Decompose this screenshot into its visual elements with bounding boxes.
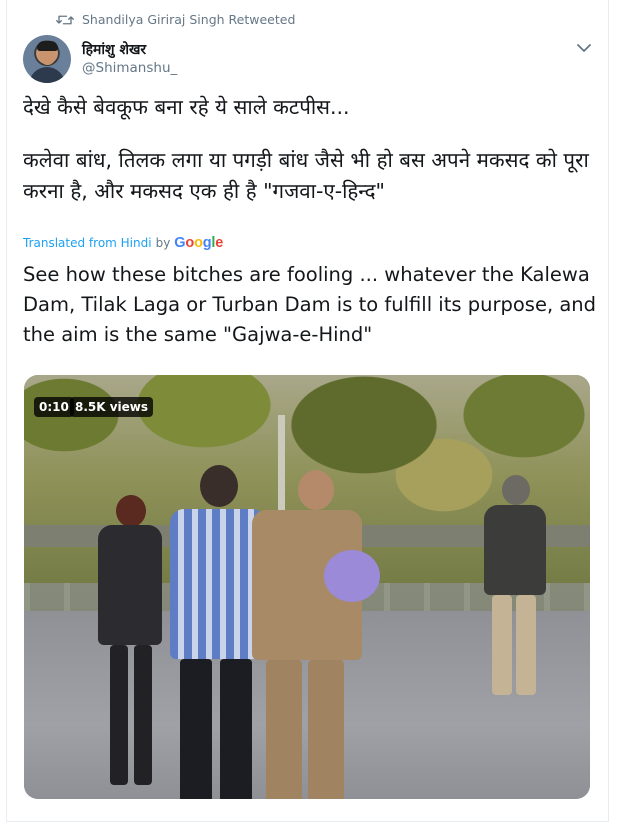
avatar[interactable] [23,35,71,83]
video-duration-badge: 0:10 [34,397,74,417]
video-views-badge: 8.5K views [70,397,154,417]
author-name[interactable]: हिमांशु शेखर [82,40,146,59]
tweet-text: देखे कैसे बेवकूफ बना रहे ये साले कटपीस..… [23,92,598,207]
tweet-text-line: कलेवा बांध, तिलक लगा या पगड़ी बांध जैसे … [23,148,589,203]
chevron-down-icon[interactable] [574,38,594,58]
retweet-context: Shandilya Giriraj Singh Retweeted [56,12,295,27]
retweet-label[interactable]: Shandilya Giriraj Singh Retweeted [82,12,295,27]
translated-by-label: by [155,236,171,250]
google-logo: Google [174,235,224,251]
translated-text: See how these bitches are fooling ... wh… [23,263,597,346]
translation-attribution: Translated from Hindi by Google [23,235,223,251]
translated-from-link[interactable]: Translated from Hindi [23,236,152,250]
retweet-icon [56,15,74,24]
author-handle[interactable]: @Shimanshu_ [82,60,177,76]
video-player[interactable] [24,375,590,799]
tweet-text-line: देखे कैसे बेवकूफ बना रहे ये साले कटपीस..… [23,95,350,119]
